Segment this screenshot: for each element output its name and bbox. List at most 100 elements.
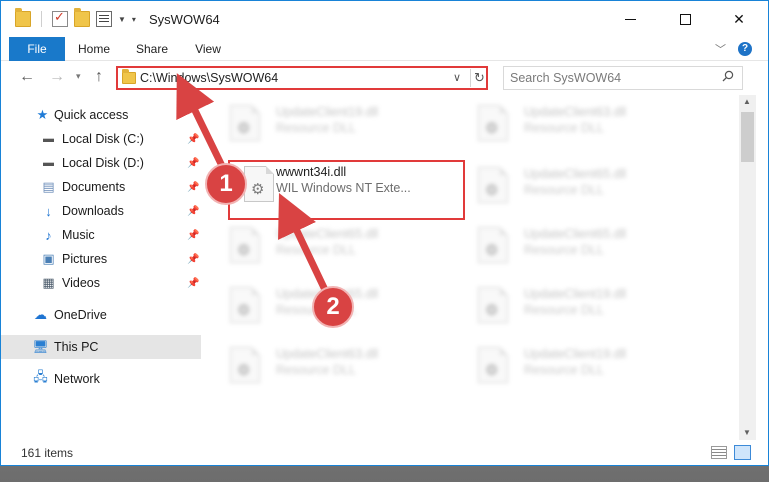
customize-view-icon[interactable]	[96, 11, 112, 27]
documents-icon: ▤	[42, 179, 55, 194]
navigation-pane: ★ Quick access ▬ Local Disk (C:) 📌 ▬ Loc…	[1, 95, 206, 440]
expand-ribbon-icon[interactable]: ﹀	[715, 41, 726, 57]
close-button[interactable]: ✕	[716, 1, 762, 37]
file-tile-selected[interactable]: ⚙ wwwnt34i.dll WIL Windows NT Exte...	[228, 160, 465, 220]
properties-check-icon[interactable]	[52, 9, 68, 27]
tab-file[interactable]: File	[9, 37, 65, 61]
sidebar-item-documents[interactable]: ▤ Documents 📌	[1, 175, 201, 199]
file-tile[interactable]: ⚙ UpdateClient19.dll Resource DLL	[206, 95, 446, 145]
close-icon: ✕	[733, 10, 745, 27]
pin-icon[interactable]: 📌	[187, 134, 199, 145]
gear-icon: ⚙	[485, 302, 499, 319]
vertical-scrollbar[interactable]: ▲ ▼	[739, 95, 756, 440]
scroll-down-icon[interactable]: ▼	[743, 428, 751, 437]
search-icon[interactable]	[722, 70, 734, 82]
music-note-icon: ♪	[45, 227, 52, 243]
file-name: UpdateClient63.dll	[524, 105, 627, 119]
dll-file-icon: ⚙	[230, 227, 260, 263]
sidebar-item-label: Downloads	[62, 204, 124, 218]
chevron-down-icon[interactable]: ▼	[118, 15, 126, 24]
gear-icon: ⚙	[237, 120, 251, 137]
file-description: Resource DLL	[524, 183, 604, 197]
dll-file-icon: ⚙	[230, 287, 260, 323]
pin-icon[interactable]: 📌	[187, 206, 199, 217]
back-arrow-icon[interactable]: ←	[19, 68, 35, 86]
file-description: WIL Windows NT Exte...	[276, 181, 411, 195]
address-path[interactable]: C:\Windows\SysWOW64	[140, 71, 278, 85]
sidebar-item-label: Quick access	[54, 108, 129, 122]
details-view-icon[interactable]	[711, 446, 727, 459]
scroll-up-icon[interactable]: ▲	[743, 97, 751, 106]
sidebar-item-label: Music	[62, 228, 95, 242]
dll-file-icon: ⚙	[478, 347, 508, 383]
search-box[interactable]	[503, 66, 743, 90]
dll-file-icon: ⚙	[478, 167, 508, 203]
refresh-icon[interactable]: ↻	[474, 70, 485, 86]
tab-view[interactable]: View	[187, 37, 229, 61]
tiles-view-icon[interactable]	[734, 445, 751, 460]
file-tile[interactable]: ⚙ UpdateClient19.dll Resource DLL	[454, 337, 694, 387]
dll-file-icon: ⚙	[230, 347, 260, 383]
sidebar-item-quick-access[interactable]: ★ Quick access	[1, 103, 201, 127]
pin-icon[interactable]: 📌	[187, 254, 199, 265]
file-tile[interactable]: ⚙ UpdateClient65.dll Resource DLL	[454, 217, 694, 267]
file-tile[interactable]: ⚙ UpdateClient63.dll Resource DLL	[454, 95, 694, 145]
file-tile[interactable]: ⚙ UpdateClient19.dll Resource DLL	[454, 277, 694, 327]
folder-icon[interactable]	[15, 8, 31, 27]
item-count: 161 items	[21, 446, 74, 460]
minimize-button[interactable]	[607, 1, 653, 37]
sidebar-item-label: OneDrive	[54, 308, 107, 322]
forward-arrow-icon[interactable]: →	[49, 68, 65, 86]
tab-share[interactable]: Share	[129, 37, 175, 61]
ribbon-tabs: File Home Share View ﹀ ?	[1, 37, 768, 61]
pin-icon[interactable]: 📌	[187, 278, 199, 289]
scroll-thumb[interactable]	[741, 112, 754, 162]
pin-icon[interactable]: 📌	[187, 182, 199, 193]
file-tile[interactable]: ⚙ UpdateClient63.dll Resource DLL	[206, 337, 446, 387]
sidebar-item-label: Network	[54, 372, 100, 386]
file-tile[interactable]: ⚙ UpdateClient65.dll Resource DLL	[454, 157, 694, 207]
pictures-icon: ▣	[42, 251, 55, 266]
sidebar-item-downloads[interactable]: ↓ Downloads 📌	[1, 199, 201, 223]
up-arrow-icon[interactable]: ↑	[95, 68, 103, 86]
sidebar-item-pictures[interactable]: ▣ Pictures 📌	[1, 247, 201, 271]
dll-file-icon: ⚙	[478, 227, 508, 263]
address-divider	[470, 69, 471, 87]
new-folder-icon[interactable]	[74, 8, 90, 27]
sidebar-item-music[interactable]: ♪ Music 📌	[1, 223, 201, 247]
recent-locations-icon[interactable]: ▾	[76, 71, 81, 82]
download-arrow-icon: ↓	[45, 203, 52, 219]
gear-icon: ⚙	[237, 302, 251, 319]
sidebar-item-local-disk-c[interactable]: ▬ Local Disk (C:) 📌	[1, 127, 201, 151]
sidebar-item-videos[interactable]: ▦ Videos 📌	[1, 271, 201, 295]
sidebar-item-onedrive[interactable]: ☁ OneDrive	[1, 303, 201, 327]
maximize-button[interactable]	[662, 1, 708, 37]
sidebar-item-network[interactable]: 🖧 Network	[1, 367, 201, 391]
sidebar-item-label: Pictures	[62, 252, 108, 266]
sidebar-item-label: Local Disk (C:)	[62, 132, 144, 146]
sidebar-item-this-pc[interactable]: 🖥 This PC	[1, 335, 201, 359]
gear-icon: ⚙	[251, 181, 265, 198]
window-title: SysWOW64	[149, 12, 220, 27]
address-dropdown-icon[interactable]: ∨	[453, 71, 461, 84]
title-bar: ▼ ▾ SysWOW64 ✕	[1, 1, 768, 37]
gear-icon: ⚙	[237, 242, 251, 259]
tab-home[interactable]: Home	[69, 37, 119, 61]
star-icon: ★	[36, 107, 49, 122]
address-bar[interactable]: C:\Windows\SysWOW64 ∨ ↻	[116, 66, 488, 90]
file-description: Resource DLL	[524, 121, 604, 135]
pin-icon[interactable]: 📌	[187, 158, 199, 169]
maximize-icon	[679, 13, 691, 25]
cloud-icon: ☁	[34, 307, 47, 322]
sidebar-item-local-disk-d[interactable]: ▬ Local Disk (D:) 📌	[1, 151, 201, 175]
file-description: Resource DLL	[276, 243, 356, 257]
gear-icon: ⚙	[485, 362, 499, 379]
file-tile[interactable]: ⚙ UpdateClient65.dll Resource DLL	[206, 217, 446, 267]
help-icon[interactable]: ?	[738, 42, 752, 56]
pin-icon[interactable]: 📌	[187, 230, 199, 241]
quick-access-toolbar: ▼ ▾	[15, 8, 136, 27]
toolbar-dropdown-icon[interactable]: ▾	[132, 15, 136, 24]
monitor-icon: 🖥	[32, 339, 49, 354]
sidebar-item-label: This PC	[54, 340, 99, 354]
search-input[interactable]	[504, 67, 714, 89]
